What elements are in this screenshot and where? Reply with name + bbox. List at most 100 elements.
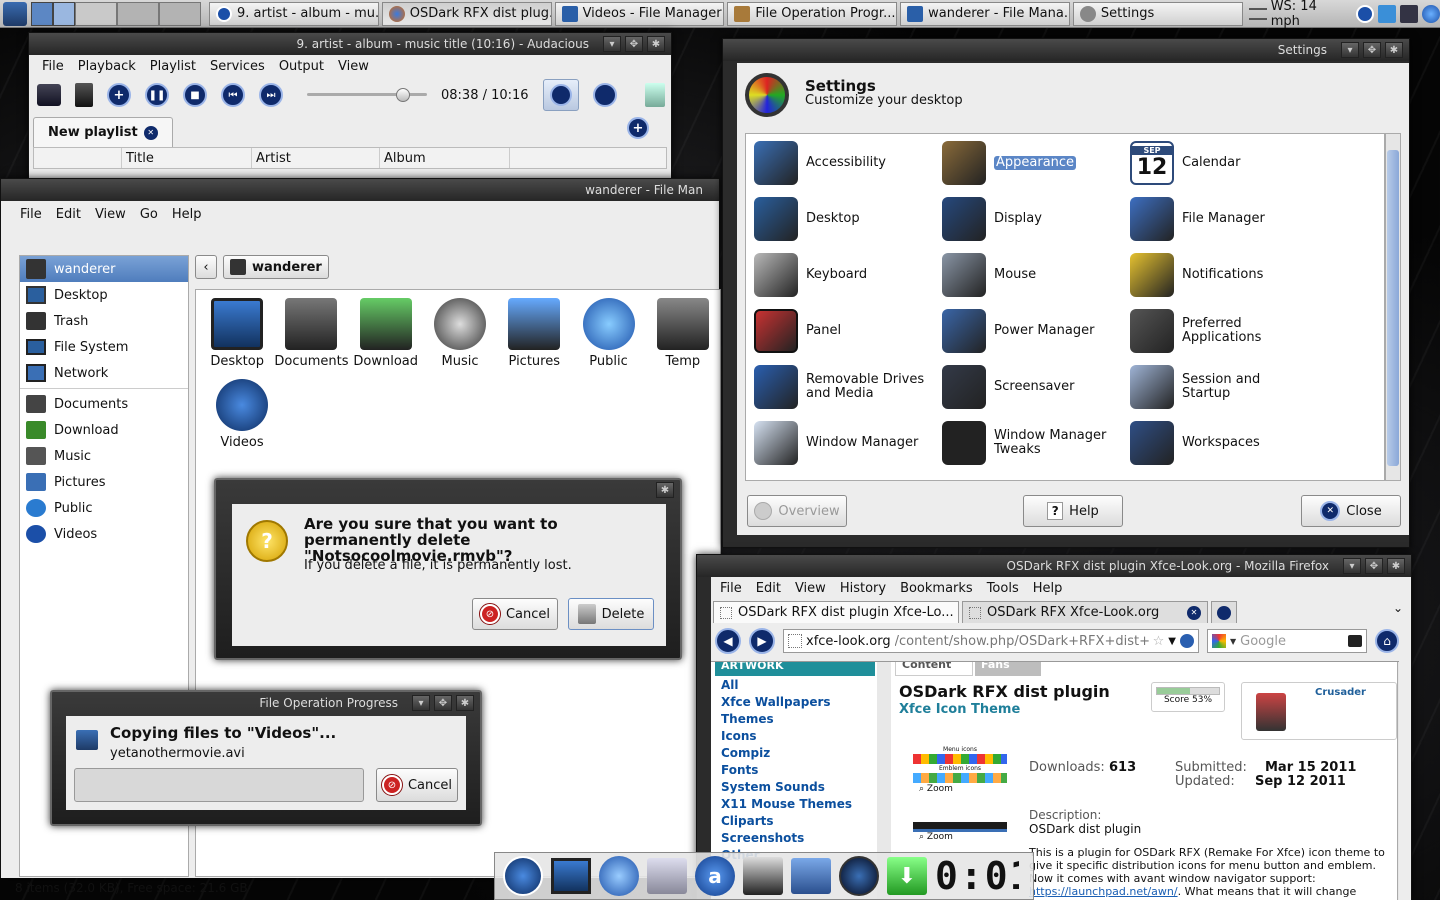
- zoom-link[interactable]: ⌕ Zoom: [919, 784, 1013, 794]
- menu-services[interactable]: Services: [203, 59, 272, 74]
- menu-playback[interactable]: Playback: [71, 59, 143, 74]
- category-all[interactable]: All: [721, 678, 875, 695]
- file-manager-titlebar[interactable]: wanderer - File Man: [1, 179, 719, 201]
- settings-item-mouse[interactable]: Mouse: [942, 250, 1122, 300]
- page-scrollbar[interactable]: [1397, 662, 1399, 900]
- menu-file[interactable]: File: [13, 207, 49, 222]
- settings-item-display[interactable]: Display: [942, 194, 1122, 244]
- menu-tools[interactable]: Tools: [980, 581, 1026, 596]
- task-file-operation[interactable]: File Operation Progr...: [727, 1, 898, 26]
- workspace-4[interactable]: [117, 1, 159, 26]
- tray-display-icon[interactable]: [1400, 4, 1418, 23]
- sidebar-item-videos[interactable]: Videos: [20, 521, 188, 547]
- menu-playlist[interactable]: Playlist: [143, 59, 203, 74]
- category-cliparts[interactable]: Cliparts: [721, 814, 875, 831]
- shuffle-icon[interactable]: [592, 83, 617, 107]
- settings-item-screensaver[interactable]: Screensaver: [942, 362, 1122, 412]
- settings-item-calendar[interactable]: SEP 12 Calendar: [1130, 138, 1310, 188]
- history-dropdown-icon[interactable]: ▼: [1168, 636, 1176, 647]
- menu-view[interactable]: View: [788, 581, 833, 596]
- previous-icon[interactable]: ⏮: [221, 83, 245, 107]
- workspace-3[interactable]: [75, 1, 117, 26]
- workspace-5[interactable]: [159, 1, 201, 26]
- search-engine-dropdown-icon[interactable]: ▼: [1230, 637, 1236, 646]
- minimize-button[interactable]: ▾: [412, 695, 430, 711]
- task-audacious[interactable]: 9. artist - album - mu...: [209, 1, 379, 26]
- video-player-icon[interactable]: [743, 857, 783, 895]
- zoom-link[interactable]: ⌕ Zoom: [919, 832, 1013, 842]
- menu-help[interactable]: Help: [1026, 581, 1070, 596]
- workspace-pager[interactable]: [31, 1, 201, 26]
- menu-view[interactable]: View: [331, 59, 376, 74]
- maximize-button[interactable]: ✥: [625, 36, 643, 52]
- file-documents[interactable]: Documents: [274, 298, 348, 369]
- settings-item-removable-drives-and-media[interactable]: Removable Drives and Media: [754, 362, 934, 412]
- column-album[interactable]: Album: [380, 148, 510, 168]
- sidebar-item-network[interactable]: Network: [20, 360, 188, 386]
- launchpad-link[interactable]: https://launchpad.net/awn/: [1029, 885, 1178, 898]
- new-tab-button[interactable]: [1211, 601, 1237, 623]
- text-editor-icon[interactable]: a: [695, 856, 735, 896]
- menu-edit[interactable]: Edit: [749, 581, 788, 596]
- minimize-button[interactable]: ▾: [603, 36, 621, 52]
- task-wanderer-file-manager[interactable]: wanderer - File Mana...: [900, 1, 1070, 26]
- settings-scrollbar[interactable]: [1385, 133, 1401, 481]
- sidebar-item-documents[interactable]: Documents: [20, 391, 188, 417]
- home-icon[interactable]: ⌂: [1375, 629, 1399, 653]
- equalizer-icon[interactable]: [644, 83, 665, 107]
- tab-osdark-dist-plugin[interactable]: OSDark RFX dist plugin Xfce-Lo...: [713, 601, 959, 623]
- app-menu-icon[interactable]: [3, 1, 27, 26]
- settings-titlebar[interactable]: Settings ▾ ✥ ✱: [723, 39, 1409, 61]
- category-compiz[interactable]: Compiz: [721, 746, 875, 763]
- task-settings[interactable]: Settings: [1072, 1, 1243, 26]
- cancel-button[interactable]: ⊘ Cancel: [472, 598, 558, 630]
- author-name[interactable]: Crusader: [1315, 687, 1366, 698]
- close-button[interactable]: ✱: [647, 36, 665, 52]
- maximize-button[interactable]: ✥: [1365, 558, 1383, 574]
- settings-item-session-and-startup[interactable]: Session and Startup: [1130, 362, 1310, 412]
- forward-icon[interactable]: ▶: [749, 628, 775, 654]
- category-link[interactable]: Xfce Icon Theme: [899, 702, 1020, 717]
- category-x11-mouse-themes[interactable]: X11 Mouse Themes: [721, 797, 875, 814]
- category-system-sounds[interactable]: System Sounds: [721, 780, 875, 797]
- file-operation-titlebar[interactable]: File Operation Progress ▾ ✥ ✱: [52, 692, 480, 714]
- new-playlist-icon[interactable]: +: [627, 117, 649, 139]
- menu-bookmarks[interactable]: Bookmarks: [893, 581, 980, 596]
- sidebar-item-download[interactable]: Download: [20, 417, 188, 443]
- sidebar-item-wanderer[interactable]: wanderer: [20, 256, 188, 282]
- file-download[interactable]: Download: [349, 298, 423, 369]
- search-icon[interactable]: [1348, 635, 1362, 647]
- minimize-button[interactable]: ▾: [1343, 558, 1361, 574]
- launcher-icon[interactable]: [503, 856, 543, 896]
- stop-icon[interactable]: ■: [183, 83, 207, 107]
- settings-item-accessibility[interactable]: Accessibility: [754, 138, 934, 188]
- desktop-icon[interactable]: [551, 858, 591, 894]
- close-button[interactable]: ✱: [1387, 558, 1405, 574]
- close-button[interactable]: ✱: [1385, 42, 1403, 58]
- delete-button[interactable]: Delete: [568, 598, 654, 630]
- settings-item-notifications[interactable]: Notifications: [1130, 250, 1310, 300]
- add-icon[interactable]: [75, 83, 93, 107]
- thumbnail-1[interactable]: Menu icons Emblem icons ⌕ Zoom: [907, 746, 1013, 806]
- settings-item-appearance[interactable]: Appearance: [942, 138, 1122, 188]
- menu-help[interactable]: Help: [165, 207, 209, 222]
- settings-item-keyboard[interactable]: Keyboard: [754, 250, 934, 300]
- sidebar-item-public[interactable]: Public: [20, 495, 188, 521]
- category-xfce-wallpapers[interactable]: Xfce Wallpapers: [721, 695, 875, 712]
- sidebar-item-trash[interactable]: Trash: [20, 308, 188, 334]
- mail-icon[interactable]: [647, 858, 687, 894]
- pause-icon[interactable]: ❚❚: [145, 83, 169, 107]
- file-temp[interactable]: Temp: [646, 298, 720, 369]
- author-avatar[interactable]: [1256, 693, 1286, 731]
- firefox-titlebar[interactable]: OSDark RFX dist plugin Xfce-Look.org - M…: [697, 555, 1411, 577]
- tray-globe-icon[interactable]: [1422, 4, 1440, 23]
- tab-osdark-rfx[interactable]: OSDark RFX Xfce-Look.org ✕: [962, 601, 1208, 623]
- close-button[interactable]: ✕ Close: [1301, 495, 1401, 527]
- weather-plugin[interactable]: WS: 14 mph: [1248, 0, 1350, 29]
- printer-icon[interactable]: [791, 858, 831, 894]
- file-desktop[interactable]: Desktop: [200, 298, 274, 369]
- sidebar-item-music[interactable]: Music: [20, 443, 188, 469]
- maximize-button[interactable]: ✥: [434, 695, 452, 711]
- scrollbar-thumb[interactable]: [1387, 150, 1399, 466]
- maximize-button[interactable]: ✥: [1363, 42, 1381, 58]
